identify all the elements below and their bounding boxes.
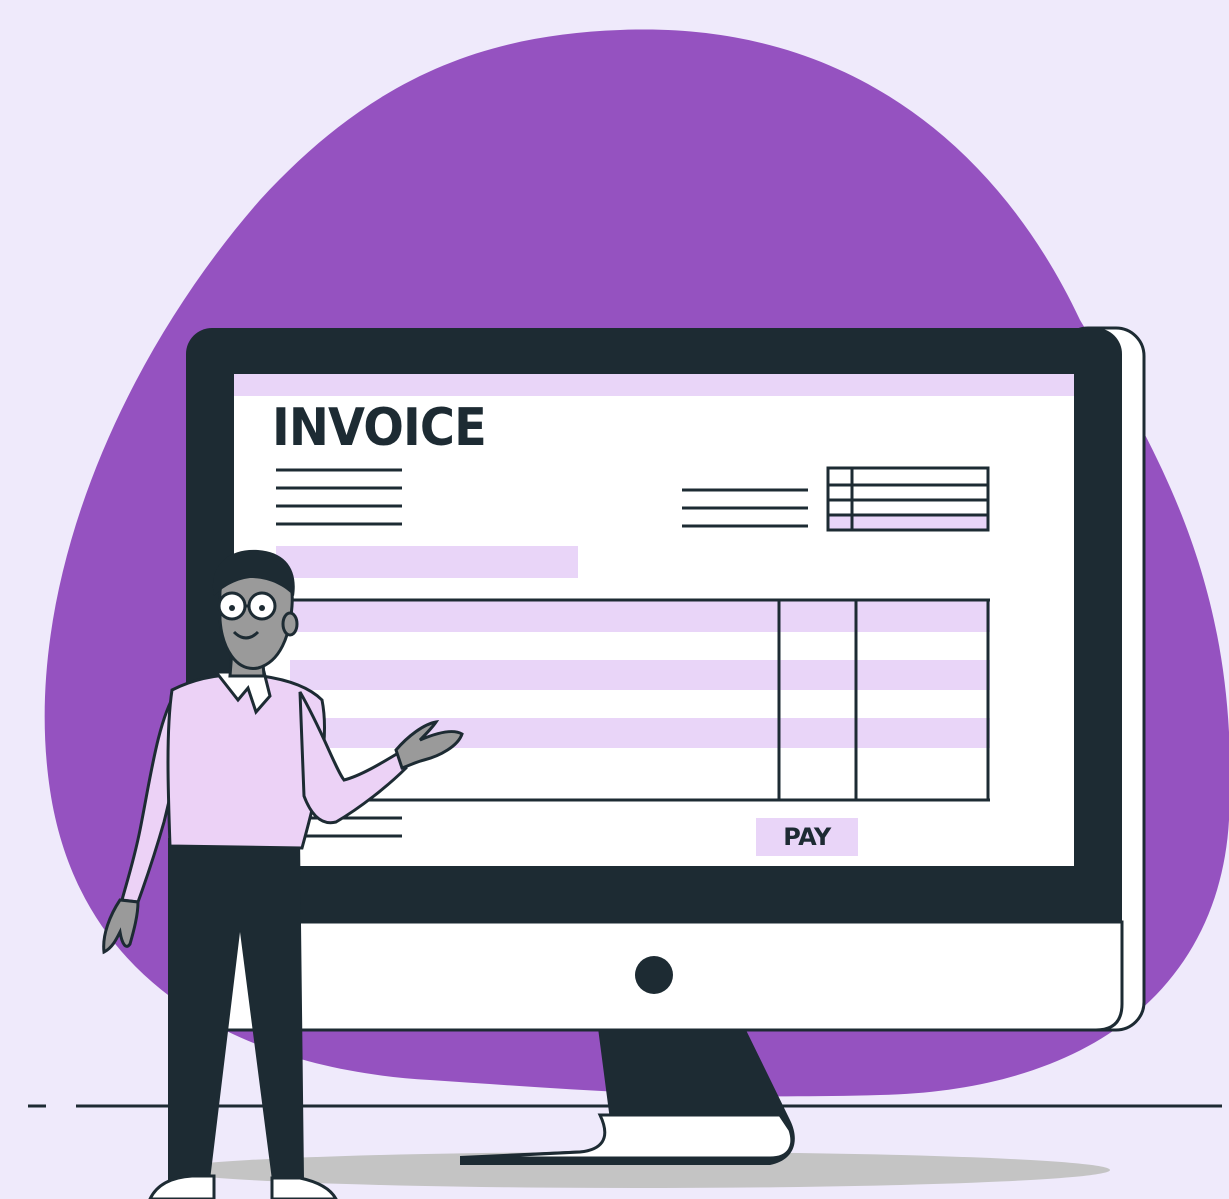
monitor-stand-base: [461, 1113, 794, 1160]
pay-button[interactable]: PAY: [756, 818, 858, 856]
invoice-illustration: INVOICE PAY: [0, 0, 1229, 1199]
person-ear: [281, 611, 299, 637]
illustration-canvas: [28, 29, 1229, 1199]
screen-top-bar: [234, 374, 1074, 396]
billing-highlight-bar: [276, 546, 578, 578]
monitor-camera-dot: [635, 956, 673, 994]
person-shoe-left: [148, 1174, 216, 1199]
invoice-title: INVOICE: [272, 398, 487, 458]
